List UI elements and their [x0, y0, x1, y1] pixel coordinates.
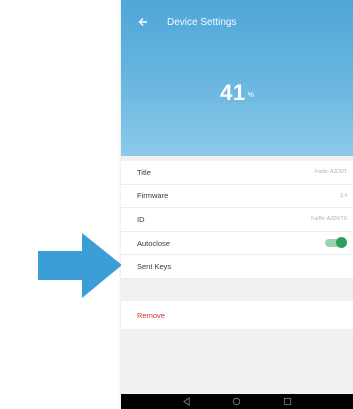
row-label: Sent Keys	[137, 262, 172, 272]
nav-home-icon[interactable]	[232, 397, 241, 406]
row-id[interactable]: ID FarBic A2D0/TS	[121, 208, 353, 232]
android-nav-bar	[121, 394, 353, 409]
row-autoclose: Autoclose	[121, 232, 353, 256]
position-unit: %	[247, 92, 254, 100]
nav-recents-icon[interactable]	[283, 397, 292, 406]
row-label: Firmware	[137, 191, 169, 201]
top-bar: Device Settings	[121, 8, 353, 36]
settings-list: Title Farbic A2D0/T Firmware 3.4 ID FarB…	[121, 161, 353, 279]
header: Device Settings 41%	[121, 0, 353, 156]
row-value: FarBic A2D0/TS	[311, 216, 347, 223]
row-sent-keys[interactable]: Sent Keys	[121, 255, 353, 279]
row-label: Title	[137, 167, 151, 177]
row-label: Autoclose	[137, 238, 170, 248]
remove-label: Remove	[137, 310, 165, 320]
position-value: 41	[220, 80, 246, 105]
phone-screen: Device Settings 41% Title Farbic A2D0/T …	[121, 0, 353, 409]
row-value: Farbic A2D0/T	[315, 169, 347, 176]
row-value: 3.4	[340, 192, 347, 199]
row-firmware[interactable]: Firmware 3.4	[121, 185, 353, 209]
remove-button[interactable]: Remove	[121, 301, 353, 329]
row-label: ID	[137, 214, 145, 224]
nav-back-icon[interactable]	[182, 397, 191, 406]
back-arrow-icon[interactable]	[131, 10, 155, 34]
autoclose-toggle[interactable]	[325, 237, 347, 249]
pointer-arrow	[38, 233, 122, 298]
page-title: Device Settings	[167, 16, 237, 28]
row-title[interactable]: Title Farbic A2D0/T	[121, 161, 353, 185]
position-readout: 41%	[121, 80, 353, 106]
